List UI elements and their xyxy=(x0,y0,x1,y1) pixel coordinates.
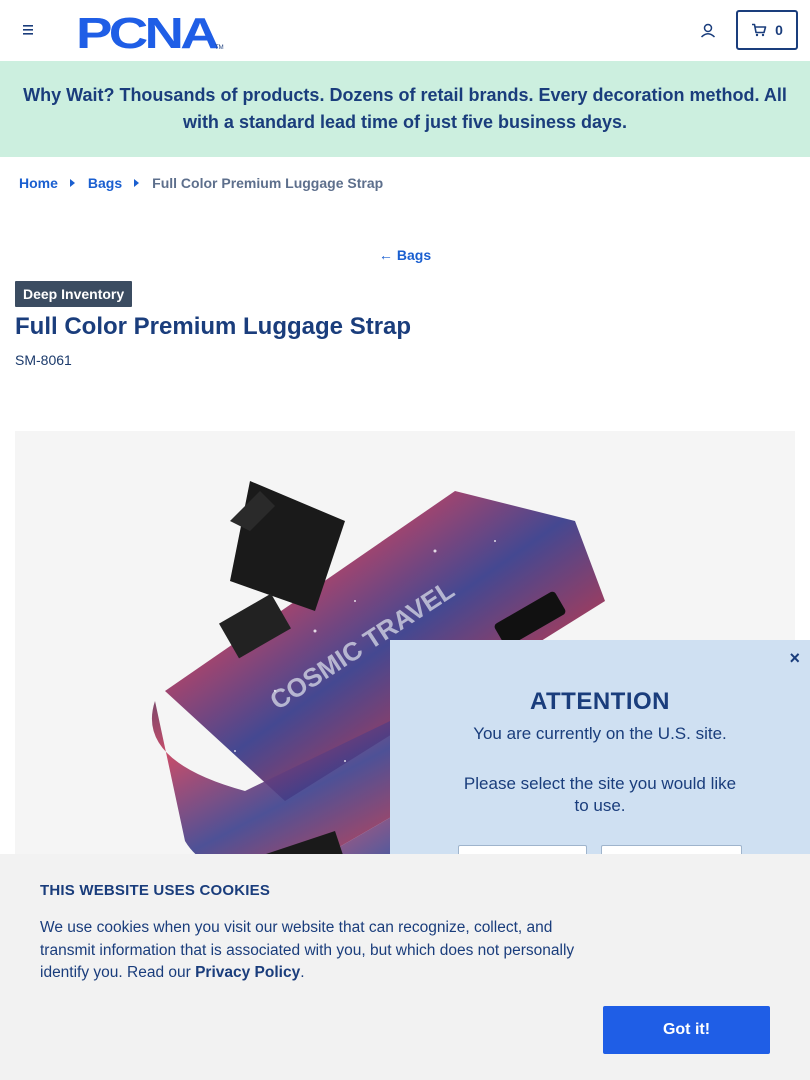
site-header: PCNA TM 0 xyxy=(0,0,810,61)
cart-button[interactable]: 0 xyxy=(736,10,798,50)
breadcrumb-separator-icon xyxy=(134,179,140,187)
breadcrumb-separator-icon xyxy=(69,179,75,187)
modal-instruction-text: Please select the site you would like to… xyxy=(463,774,737,815)
cookie-body-text: We use cookies when you visit our websit… xyxy=(40,919,575,981)
breadcrumb-home[interactable]: Home xyxy=(19,175,58,191)
inventory-badge: Deep Inventory xyxy=(15,281,133,307)
breadcrumb-bags[interactable]: Bags xyxy=(88,175,122,191)
logo-text: PCNA xyxy=(76,11,219,51)
arrow-left-icon: ← xyxy=(378,247,393,263)
cookie-title: THIS WEBSITE USES COOKIES xyxy=(40,882,271,899)
pcna-logo[interactable]: PCNA TM xyxy=(76,11,226,51)
cart-count: 0 xyxy=(775,22,783,38)
modal-current-site-text: You are currently on the U.S. site. xyxy=(473,724,727,743)
cart-icon xyxy=(752,23,767,37)
cookie-banner: THIS WEBSITE USES COOKIES We use cookies… xyxy=(0,854,810,1080)
modal-title: ATTENTION xyxy=(529,688,671,715)
privacy-policy-link[interactable]: Privacy Policy xyxy=(195,964,300,981)
account-icon[interactable] xyxy=(698,20,718,40)
hamburger-menu-icon[interactable] xyxy=(19,22,37,38)
promo-banner-text: Why Wait? Thousands of products. Dozens … xyxy=(23,85,787,132)
svg-text:TM: TM xyxy=(215,45,224,51)
promo-banner: Why Wait? Thousands of products. Dozens … xyxy=(0,61,810,157)
breadcrumb-current: Full Color Premium Luggage Strap xyxy=(152,175,384,191)
product-sku: SM-8061 xyxy=(15,352,72,368)
cookie-period: . xyxy=(300,964,305,981)
breadcrumb: Home Bags Full Color Premium Luggage Str… xyxy=(19,175,383,191)
accept-cookies-button[interactable]: Got it! xyxy=(603,1006,770,1054)
back-to-category-link[interactable]: ← Bags xyxy=(0,247,810,263)
close-icon[interactable]: × xyxy=(789,648,800,669)
cookie-text: We use cookies when you visit our websit… xyxy=(40,917,600,985)
product-title: Full Color Premium Luggage Strap xyxy=(15,313,412,340)
back-link-label: Bags xyxy=(396,247,432,263)
